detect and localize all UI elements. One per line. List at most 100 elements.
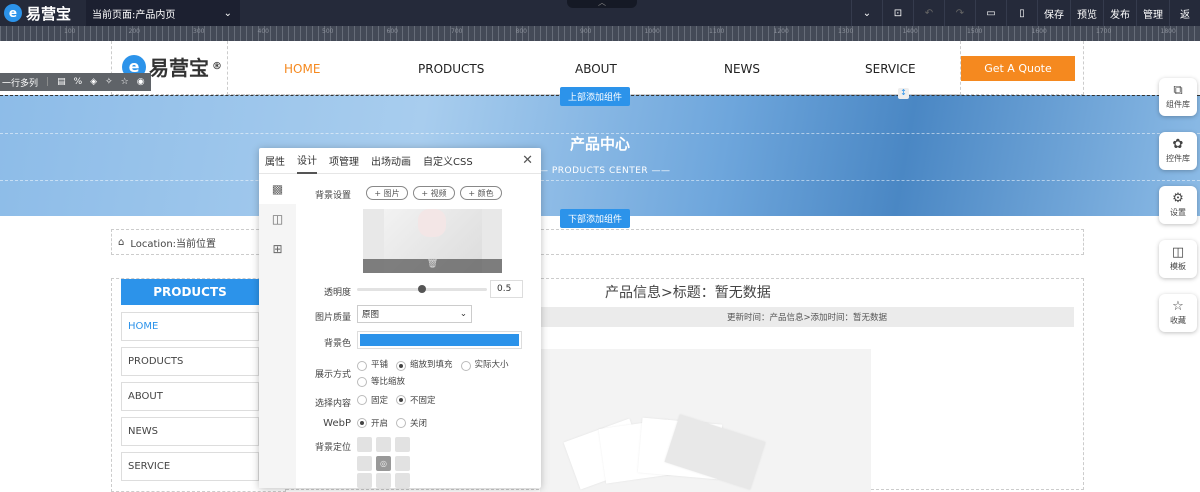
position-cell[interactable] (357, 456, 372, 471)
background-icon[interactable]: ▩ (259, 174, 296, 204)
banner-subtitle: —— PRODUCTS CENTER —— (529, 166, 671, 176)
quality-select[interactable]: 原图 ⌄ (357, 305, 472, 323)
nav-service[interactable]: SERVICE (865, 62, 916, 76)
spacing-icon[interactable]: ⊞ (259, 234, 296, 264)
collapse-handle[interactable]: ︿ (567, 0, 637, 8)
dock-label: 设置 (1170, 208, 1186, 217)
radio-webp-off[interactable]: 关闭 (396, 417, 427, 429)
star-icon[interactable]: ☆ (121, 77, 129, 87)
position-cell[interactable] (395, 473, 410, 488)
copy-icon: ⧉ (1173, 83, 1183, 98)
radio-fixed[interactable]: 固定 (357, 394, 388, 406)
close-icon[interactable]: ✕ (522, 153, 533, 168)
page-selector[interactable]: 当前页面:产品内页 ⌄ (86, 0, 240, 26)
redo-button[interactable]: ↷ (944, 0, 975, 26)
resize-handle-icon[interactable]: ↕ (898, 88, 909, 99)
slider-knob[interactable] (418, 285, 426, 293)
position-cell[interactable] (395, 437, 410, 452)
sidebar-item-service[interactable]: SERVICE (121, 452, 259, 481)
radio-label: 等比缩放 (371, 376, 406, 387)
position-cell-selected[interactable]: ◎ (376, 456, 391, 471)
sidebar-item-about[interactable]: ABOUT (121, 382, 259, 411)
component-library-button[interactable]: ⧉ 组件库 (1159, 78, 1197, 116)
ruler-label: 1800 (1160, 28, 1176, 35)
nav-products[interactable]: PRODUCTS (418, 62, 484, 76)
quality-value: 原图 (362, 310, 380, 320)
puzzle-icon: ✿ (1172, 137, 1184, 152)
magic-icon[interactable]: ✧ (105, 77, 113, 87)
back-button[interactable]: 返 (1169, 0, 1200, 26)
panel-tabs: 属性 设计 项管理 出场动画 自定义CSS (259, 148, 541, 174)
tab-item-management[interactable]: 项管理 (329, 148, 359, 174)
bg-position-label: 背景定位 (314, 443, 351, 453)
add-color-button[interactable]: + 颜色 (460, 186, 502, 200)
sidebar-item-products[interactable]: PRODUCTS (121, 347, 259, 376)
get-quote-button[interactable]: Get A Quote (961, 56, 1075, 81)
align-button[interactable]: ⊡ (882, 0, 913, 26)
tab-design[interactable]: 设计 (297, 148, 317, 174)
radio-circle (357, 395, 367, 405)
dock-label: 控件库 (1166, 154, 1190, 163)
add-top-component-button[interactable]: 上部添加组件 (560, 87, 631, 106)
ruler-label: 1300 (838, 28, 854, 35)
radio-scale-fill[interactable]: 缩放到填充 (396, 358, 453, 373)
nav-home[interactable]: HOME (284, 62, 320, 76)
desktop-view-button[interactable]: ▭ (975, 0, 1006, 26)
radio-label: 开启 (371, 419, 389, 429)
position-cell[interactable] (357, 473, 372, 488)
favorites-button[interactable]: ☆ 收藏 (1159, 294, 1197, 332)
add-image-button[interactable]: + 图片 (366, 186, 408, 200)
banner (0, 95, 1200, 216)
radio-circle (357, 360, 367, 371)
layers-icon[interactable]: ◈ (90, 77, 97, 87)
add-video-button[interactable]: + 视频 (413, 186, 455, 200)
tab-properties[interactable]: 属性 (265, 148, 285, 174)
ruler-label: 500 (322, 28, 334, 35)
save-button[interactable]: 保存 (1037, 0, 1070, 26)
position-cell[interactable] (357, 437, 372, 452)
publish-button[interactable]: 发布 (1103, 0, 1136, 26)
ruler-label: 100 (64, 28, 76, 35)
bgcolor-label: 背景色 (323, 339, 351, 349)
settings-button[interactable]: ⚙ 设置 (1159, 186, 1197, 224)
display-mode-label: 展示方式 (314, 370, 351, 380)
mobile-view-button[interactable]: ▯ (1006, 0, 1037, 26)
undo-button[interactable]: ↶ (913, 0, 944, 26)
radio-tile[interactable]: 平铺 (357, 358, 388, 373)
eye-icon[interactable]: ◉ (137, 77, 145, 87)
ruler-label: 1600 (1031, 28, 1047, 35)
radio-label: 不固定 (410, 396, 436, 406)
templates-button[interactable]: ◫ 模板 (1159, 240, 1197, 278)
widget-library-button[interactable]: ✿ 控件库 (1159, 132, 1197, 170)
position-cell[interactable] (376, 473, 391, 488)
nav-about[interactable]: ABOUT (575, 62, 617, 76)
preview-button[interactable]: 预览 (1070, 0, 1103, 26)
opacity-input[interactable]: 0.5 (490, 280, 523, 298)
tab-animation[interactable]: 出场动画 (371, 148, 411, 174)
position-cell[interactable] (376, 437, 391, 452)
radio-actual-size[interactable]: 实际大小 (460, 358, 509, 373)
radio-not-fixed[interactable]: 不固定 (396, 394, 436, 406)
opacity-slider[interactable] (357, 285, 487, 293)
gear-icon: ⚙ (1172, 191, 1184, 206)
edit-icon[interactable]: ▤ (57, 77, 66, 87)
layout-icon[interactable]: ◫ (259, 204, 296, 234)
add-bottom-component-button[interactable]: 下部添加组件 (560, 209, 631, 228)
trash-icon[interactable]: 🗑 (363, 259, 502, 273)
dock-label: 模板 (1170, 262, 1186, 271)
tab-custom-css[interactable]: 自定义CSS (423, 148, 473, 174)
radio-proportional[interactable]: 等比缩放 (357, 375, 405, 390)
quality-label: 图片质量 (314, 313, 351, 323)
radio-circle (396, 418, 407, 428)
nav-news[interactable]: NEWS (724, 62, 760, 76)
expand-button[interactable]: ⌄ (851, 0, 882, 26)
content-options: 固定 不固定 (357, 394, 444, 408)
ruler-label: 1200 (773, 28, 789, 35)
bgcolor-picker[interactable] (357, 331, 522, 349)
sidebar-item-news[interactable]: NEWS (121, 417, 259, 446)
radio-webp-on[interactable]: 开启 (357, 417, 388, 429)
sidebar-item-home[interactable]: HOME (121, 312, 259, 341)
position-cell[interactable] (395, 456, 410, 471)
style-icon[interactable]: % (74, 77, 83, 87)
manage-button[interactable]: 管理 (1136, 0, 1169, 26)
